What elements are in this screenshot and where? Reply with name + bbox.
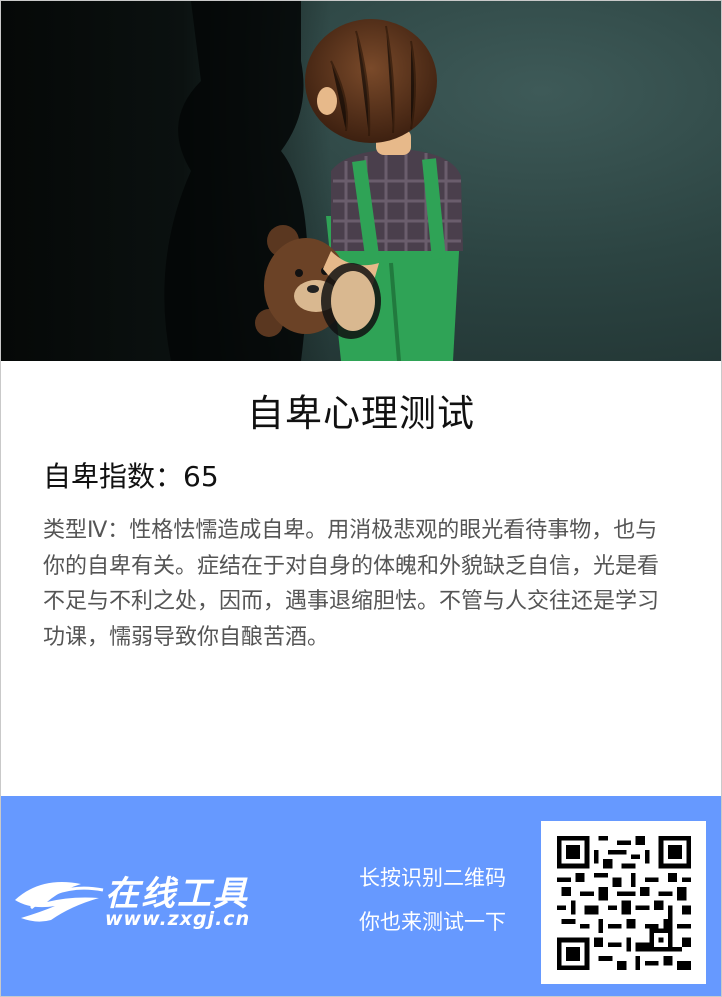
brand-url[interactable]: www.zxgj.cn [105, 908, 250, 930]
boy-illustration [1, 1, 463, 361]
result-card: 自卑心理测试 自卑指数：65 类型Ⅳ：性格怯懦造成自卑。用消极悲观的眼光看待事物… [0, 0, 722, 997]
hero-illustration [1, 1, 721, 361]
score-label: 自卑指数：65 [43, 460, 219, 493]
footer-banner: 在线工具 www.zxgj.cn 长按识别二维码 你也来测试一下 [1, 796, 721, 996]
qr-code-icon [557, 836, 691, 970]
result-description: 类型Ⅳ：性格怯懦造成自卑。用消极悲观的眼光看待事物，也与你的自卑有关。症结在于对… [43, 518, 660, 650]
qr-instruction-line2: 你也来测试一下 [359, 910, 506, 934]
page-title: 自卑心理测试 [247, 392, 475, 435]
qr-code[interactable] [541, 821, 706, 984]
qr-instruction-line1: 长按识别二维码 [359, 866, 506, 890]
